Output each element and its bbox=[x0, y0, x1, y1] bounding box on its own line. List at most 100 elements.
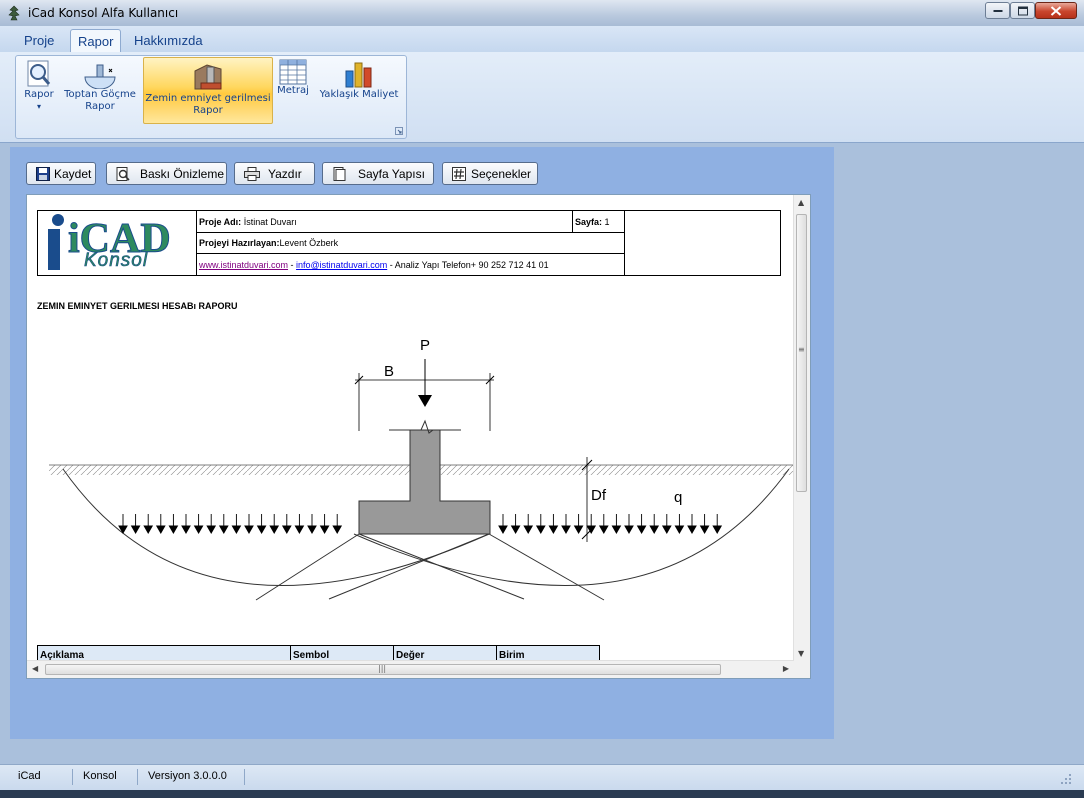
window-bottom-border bbox=[0, 790, 1084, 798]
surcharge-arrow-head bbox=[118, 525, 128, 535]
zemin-emniyet-button[interactable]: Zemin emniyet gerilmesi Rapor bbox=[143, 57, 273, 124]
surcharge-arrow-head bbox=[649, 525, 660, 535]
email-link[interactable]: info@istinatduvari.com bbox=[296, 260, 387, 270]
print-button[interactable]: Yazdır bbox=[234, 162, 315, 185]
surcharge-arrow-head bbox=[611, 525, 622, 535]
toptan-gocme-label2: Rapor bbox=[85, 101, 115, 112]
parameter-table-header: Açıklama Sembol Değer Birim bbox=[37, 645, 600, 662]
tab-rapor[interactable]: Rapor bbox=[70, 29, 122, 53]
ribbon-panel: Rapor ▾ Toptan Göçme Rapor Zemin emniyet… bbox=[0, 52, 1084, 143]
table-grid-icon bbox=[279, 59, 307, 85]
depth-label-df: Df bbox=[591, 487, 607, 504]
toptan-gocme-button[interactable]: Toptan Göçme Rapor bbox=[62, 59, 138, 123]
report-document[interactable]: iCAD Konsol Proje Adı: İstinat Duvarı Sa… bbox=[26, 194, 811, 679]
load-label-p: P bbox=[420, 337, 430, 354]
status-app: iCad bbox=[18, 770, 41, 782]
contact-text: - Analiz Yapı Telefon+ 90 252 712 41 01 bbox=[387, 260, 549, 270]
print-preview-icon bbox=[116, 167, 130, 181]
vertical-scrollbar[interactable]: ▲ ≡ ▼ bbox=[793, 195, 810, 661]
zemin-emniyet-label: Zemin emniyet gerilmesi bbox=[145, 93, 271, 104]
failure-wedge-lines bbox=[255, 533, 605, 601]
save-button[interactable]: Kaydet bbox=[26, 162, 96, 185]
yaklasik-maliyet-button[interactable]: Yaklaşık Maliyet bbox=[316, 59, 402, 109]
surcharge-arrow-head bbox=[498, 525, 508, 535]
header-divider bbox=[572, 211, 573, 232]
zemin-emniyet-label2: Rapor bbox=[193, 105, 223, 116]
surcharge-arrow-head bbox=[573, 525, 584, 535]
window-title: iCad Konsol Alfa Kullanıcı bbox=[28, 6, 179, 20]
project-value: İstinat Duvarı bbox=[243, 217, 297, 227]
surcharge-arrow-head bbox=[624, 525, 634, 535]
minimize-icon bbox=[993, 9, 1002, 12]
scroll-down-icon[interactable]: ▼ bbox=[798, 649, 804, 658]
save-label: Kaydet bbox=[54, 167, 92, 181]
surcharge-arrow-head bbox=[510, 525, 521, 535]
app-window: iCad Konsol Alfa Kullanıcı Proje Rapor H… bbox=[0, 0, 1084, 798]
minimize-button[interactable] bbox=[985, 2, 1010, 19]
surcharge-arrows-right bbox=[498, 514, 723, 535]
maximize-icon bbox=[1017, 6, 1028, 15]
resize-grip-icon[interactable] bbox=[1060, 773, 1072, 785]
website-link[interactable]: www.istinatduvari.com bbox=[199, 260, 288, 270]
project-label: Proje Adı: bbox=[199, 217, 242, 227]
metraj-button[interactable]: Metraj bbox=[277, 59, 309, 109]
print-preview-label: Baskı Önizleme bbox=[140, 167, 225, 181]
surcharge-arrow-head bbox=[661, 525, 672, 535]
link-separator: - bbox=[288, 260, 297, 270]
print-label: Yazdır bbox=[268, 167, 302, 181]
header-divider bbox=[624, 211, 625, 275]
status-divider bbox=[137, 769, 138, 785]
surcharge-arrow-head bbox=[535, 525, 546, 535]
rapor-button[interactable]: Rapor ▾ bbox=[21, 59, 57, 123]
ribbon-tab-bar: Proje Rapor Hakkımızda bbox=[0, 26, 1084, 53]
tab-hakkimizda[interactable]: Hakkımızda bbox=[127, 29, 210, 53]
load-arrow bbox=[418, 395, 432, 407]
surcharge-arrow-head bbox=[636, 525, 647, 535]
vertical-scroll-thumb[interactable]: ≡ bbox=[796, 214, 807, 492]
ribbon-group-rapor: Rapor ▾ Toptan Göçme Rapor Zemin emniyet… bbox=[15, 55, 407, 139]
surcharge-arrow-head bbox=[561, 525, 571, 535]
width-label-b: B bbox=[384, 363, 394, 380]
contact-row: www.istinatduvari.com - info@istinatduva… bbox=[199, 259, 549, 271]
dialog-launcher-icon[interactable] bbox=[395, 127, 403, 135]
project-name-row: Proje Adı: İstinat Duvarı bbox=[199, 216, 297, 228]
options-button[interactable]: Seçenekler bbox=[442, 162, 538, 185]
grip-icon: ||| bbox=[378, 664, 387, 673]
report-title: ZEMIN EMINYET GERILMESI HESABı RAPORU bbox=[37, 301, 238, 311]
title-bar: iCad Konsol Alfa Kullanıcı bbox=[0, 0, 1084, 27]
print-preview-button[interactable]: Baskı Önizleme bbox=[106, 162, 227, 185]
horizontal-scroll-thumb[interactable]: ||| bbox=[45, 664, 721, 675]
printer-icon bbox=[244, 167, 260, 181]
author-row: Projeyi Hazırlayan:Levent Özberk bbox=[199, 237, 338, 249]
status-divider bbox=[244, 769, 245, 785]
yaklasik-maliyet-label: Yaklaşık Maliyet bbox=[319, 89, 399, 100]
options-hash-icon bbox=[452, 167, 466, 181]
app-icon bbox=[8, 5, 20, 21]
horizontal-scrollbar[interactable]: ◀ ||| ▶ bbox=[27, 660, 794, 678]
floppy-disk-icon bbox=[36, 167, 50, 181]
scroll-right-icon[interactable]: ▶ bbox=[783, 664, 789, 673]
surcharge-arrow-head bbox=[598, 525, 609, 535]
page-setup-button[interactable]: Sayfa Yapısı bbox=[322, 162, 434, 185]
status-module: Konsol bbox=[83, 770, 117, 782]
surcharge-arrow-head bbox=[699, 525, 710, 535]
surcharge-arrow-head bbox=[523, 525, 534, 535]
page-value: 1 bbox=[604, 217, 610, 227]
scroll-up-icon[interactable]: ▲ bbox=[798, 198, 804, 207]
scroll-left-icon[interactable]: ◀ bbox=[32, 664, 38, 673]
author-value: Levent Özberk bbox=[279, 238, 339, 248]
surcharge-arrows-left bbox=[118, 514, 343, 535]
header-divider bbox=[196, 232, 624, 233]
report-header-table: iCAD Konsol Proje Adı: İstinat Duvarı Sa… bbox=[37, 210, 781, 276]
report-magnifier-icon bbox=[27, 60, 51, 87]
tab-proje[interactable]: Proje bbox=[17, 29, 61, 53]
logo-sub-text: Konsol bbox=[84, 250, 149, 271]
close-button[interactable] bbox=[1035, 2, 1077, 19]
surcharge-arrow-head bbox=[712, 525, 723, 535]
status-bar: iCad Konsol Versiyon 3.0.0.0 bbox=[0, 764, 1084, 791]
status-version: Versiyon 3.0.0.0 bbox=[148, 770, 227, 782]
maximize-button[interactable] bbox=[1010, 2, 1035, 19]
surcharge-arrow-head bbox=[548, 525, 559, 535]
collapse-analysis-icon bbox=[84, 64, 116, 89]
soil-wall-icon bbox=[194, 64, 222, 90]
